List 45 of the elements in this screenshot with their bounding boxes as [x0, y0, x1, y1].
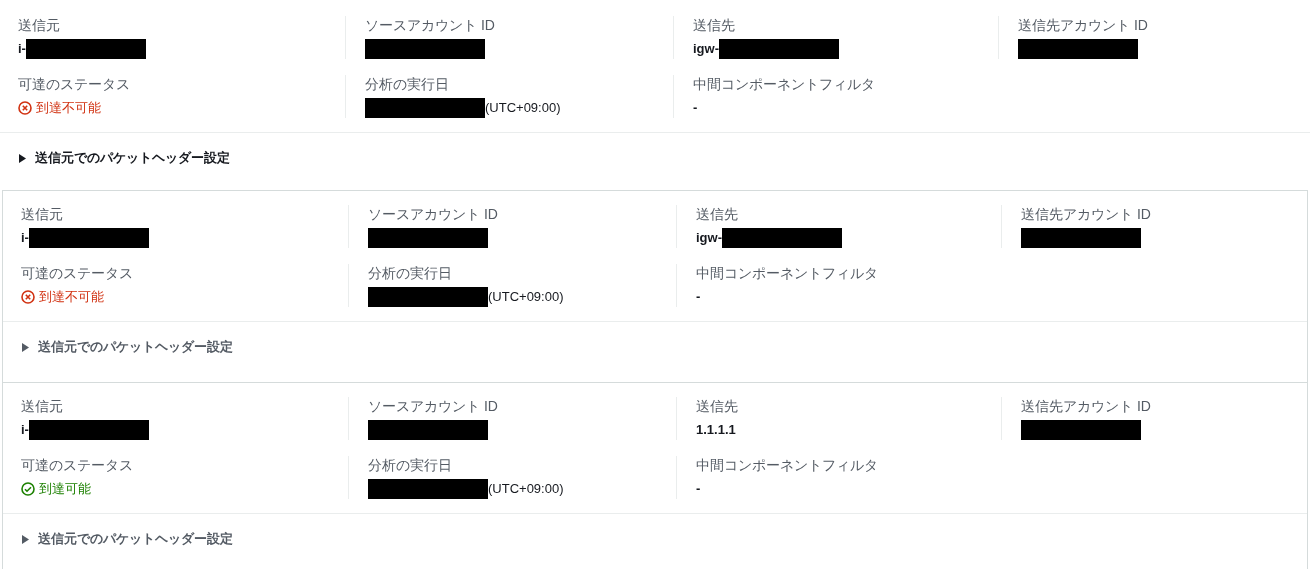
- error-circle-icon: [21, 290, 35, 304]
- field-label: ソースアカウント ID: [365, 16, 496, 34]
- expand-toggle[interactable]: 送信元でのパケットヘッダー設定: [3, 324, 251, 354]
- field-label: 可達のステータス: [18, 75, 131, 93]
- field-value: -: [693, 99, 698, 117]
- timezone-text: (UTC+09:00): [488, 288, 564, 306]
- status-text: 到達不可能: [18, 98, 345, 118]
- field-label: 可達のステータス: [21, 456, 134, 474]
- field-value: -: [696, 480, 701, 498]
- field-label: 送信先アカウント ID: [1021, 397, 1152, 415]
- expand-toggle[interactable]: 送信元でのパケットヘッダー設定: [0, 135, 248, 165]
- field-value: igw-: [696, 229, 722, 247]
- field-label: 送信先: [696, 205, 739, 223]
- error-circle-icon: [18, 101, 32, 115]
- field-value: -: [696, 288, 701, 306]
- field-value: i-: [21, 421, 29, 439]
- field-label: 送信先アカウント ID: [1021, 205, 1152, 223]
- field-label: 中間コンポーネントフィルタ: [696, 264, 879, 282]
- field-label: 送信元: [21, 205, 64, 223]
- field-value: i-: [18, 40, 26, 58]
- caret-right-icon: [21, 342, 30, 352]
- expand-toggle[interactable]: 送信元でのパケットヘッダー設定: [3, 516, 251, 546]
- field-label: 分析の実行日: [365, 75, 450, 93]
- field-label: 分析の実行日: [368, 456, 453, 474]
- field-label: 送信先アカウント ID: [1018, 16, 1149, 34]
- field-label: 送信元: [21, 397, 64, 415]
- status-text: 到達不可能: [21, 287, 348, 307]
- status-text: 到達可能: [21, 479, 348, 499]
- field-value: igw-: [693, 40, 719, 58]
- field-value: 1.1.1.1: [696, 421, 736, 439]
- timezone-text: (UTC+09:00): [485, 99, 561, 117]
- field-label: ソースアカウント ID: [368, 205, 499, 223]
- caret-right-icon: [18, 153, 27, 163]
- field-label: 送信先: [696, 397, 739, 415]
- field-label: 中間コンポーネントフィルタ: [696, 456, 879, 474]
- caret-right-icon: [21, 534, 30, 544]
- timezone-text: (UTC+09:00): [488, 480, 564, 498]
- field-label: 分析の実行日: [368, 264, 453, 282]
- field-label: 送信先: [693, 16, 736, 34]
- field-label: 可達のステータス: [21, 264, 134, 282]
- field-label: 中間コンポーネントフィルタ: [693, 75, 876, 93]
- check-circle-icon: [21, 482, 35, 496]
- field-label: ソースアカウント ID: [368, 397, 499, 415]
- field-value: i-: [21, 229, 29, 247]
- field-label: 送信元: [18, 16, 61, 34]
